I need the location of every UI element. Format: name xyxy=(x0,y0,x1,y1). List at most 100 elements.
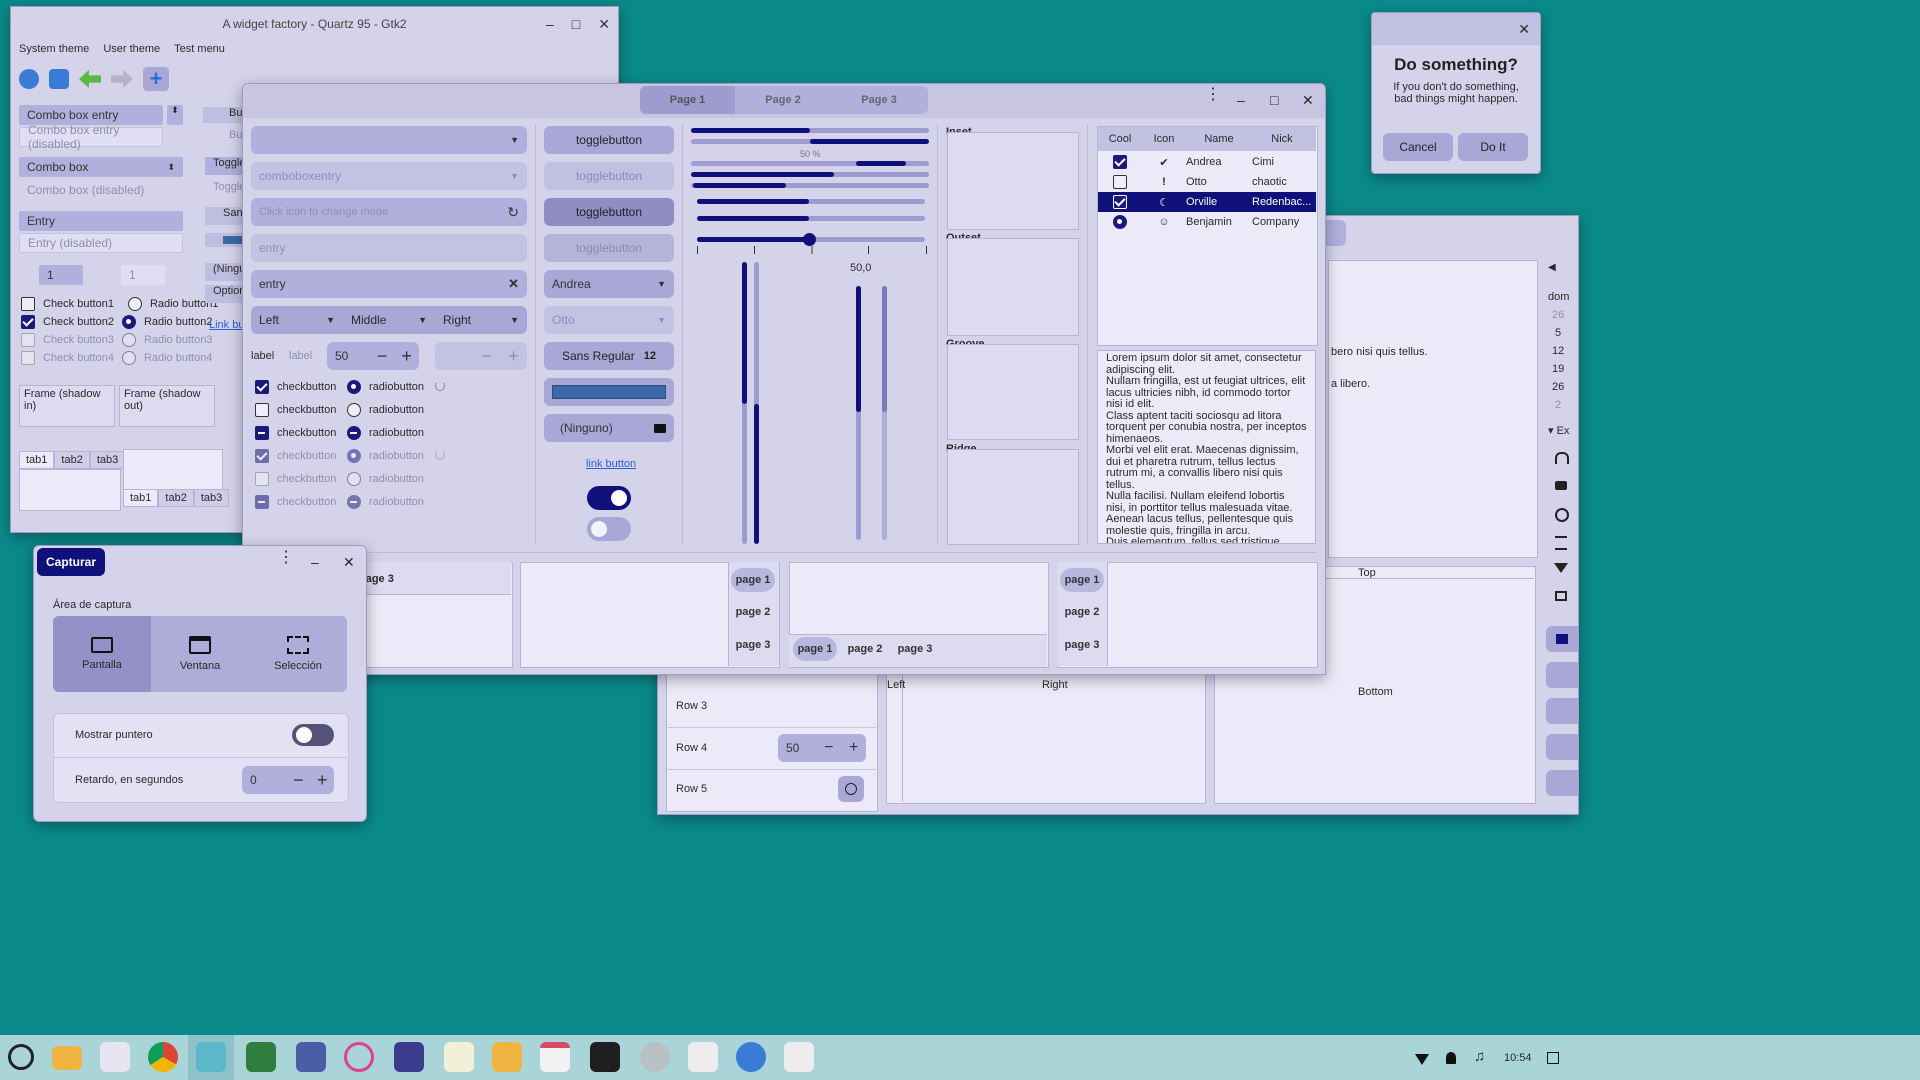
minus-icon[interactable]: − xyxy=(370,346,395,367)
row5-clock-button[interactable] xyxy=(838,776,864,802)
partial-toggle-1[interactable]: Toggle xyxy=(205,157,245,175)
checkbutton-3[interactable]: checkbutton xyxy=(255,426,336,440)
refresh-icon[interactable]: ↻ xyxy=(507,204,519,221)
check-row-2[interactable]: Check button2 Radio button2 xyxy=(21,315,212,329)
dialog-titlebar[interactable] xyxy=(1372,13,1540,45)
media-player-icon[interactable] xyxy=(394,1042,424,1072)
header-nick[interactable]: Nick xyxy=(1252,133,1312,145)
entry[interactable]: Entry xyxy=(19,211,183,231)
menu-system-theme[interactable]: System theme xyxy=(19,43,89,55)
tab3[interactable]: tab3 xyxy=(89,451,126,469)
bell-icon[interactable] xyxy=(1446,1052,1456,1064)
togglebutton-1[interactable]: togglebutton xyxy=(544,126,674,154)
notebook-left-tab-2[interactable]: page 2 xyxy=(1060,600,1104,624)
tree-row-3-selected[interactable]: ☾ Orville Redenbac... xyxy=(1098,192,1316,212)
swirl-app-icon[interactable] xyxy=(344,1042,374,1072)
wifi-icon[interactable] xyxy=(1415,1054,1429,1065)
plus-icon[interactable]: + xyxy=(310,770,334,791)
link-button[interactable]: link button xyxy=(586,458,636,470)
entry-placeholder[interactable]: entry xyxy=(251,234,527,262)
combo-left[interactable]: Left ▼ xyxy=(251,306,343,334)
radiobutton-3[interactable]: radiobutton xyxy=(347,426,424,440)
sidebar-button-1[interactable] xyxy=(1546,626,1578,652)
partial-link-button[interactable]: Link bu xyxy=(209,319,244,331)
tab-page-2[interactable]: Page 2 xyxy=(735,86,831,114)
notebook-bottom-tab-2[interactable]: page 2 xyxy=(843,637,887,661)
combo-right[interactable]: Right ▼ xyxy=(435,306,527,334)
text-editor-icon[interactable] xyxy=(444,1042,474,1072)
spin-button[interactable]: 50 − + xyxy=(327,342,419,370)
notebook-right-tab-3[interactable]: page 3 xyxy=(731,633,775,657)
header-name[interactable]: Name xyxy=(1186,133,1252,145)
sidebar-button-4[interactable] xyxy=(1546,734,1578,760)
tab2[interactable]: tab2 xyxy=(54,451,90,469)
about-icon[interactable] xyxy=(19,69,39,89)
combo-entry-arrow-icon[interactable]: ⬍ xyxy=(167,105,183,125)
combo-box[interactable]: Combo box ⬍ xyxy=(19,157,183,177)
combo-box-1[interactable]: ▼ xyxy=(251,126,527,154)
plus-icon[interactable]: + xyxy=(394,346,419,367)
tab-page-3[interactable]: Page 3 xyxy=(831,86,927,114)
tab2-bottom[interactable]: tab2 xyxy=(158,489,194,507)
mail-icon[interactable] xyxy=(492,1042,522,1072)
switch-off[interactable] xyxy=(587,517,631,541)
tree-row-2[interactable]: ! Otto chaotic xyxy=(1098,172,1316,192)
go-first-icon[interactable] xyxy=(79,70,101,88)
notebook-left-tab-1[interactable]: page 1 xyxy=(1060,568,1104,592)
sidebar-button-5[interactable] xyxy=(1546,770,1578,796)
maximize-icon[interactable]: □ xyxy=(572,16,580,32)
store-icon[interactable] xyxy=(100,1042,130,1072)
titlebar[interactable]: A widget factory - Quartz 95 - Gtk2 – □ … xyxy=(11,7,618,41)
close-icon[interactable]: ✕ xyxy=(1518,21,1530,38)
capture-button[interactable]: Capturar xyxy=(37,548,105,576)
clock-time[interactable]: 10:54 xyxy=(1504,1052,1532,1064)
clear-icon[interactable]: ✕ xyxy=(508,276,519,292)
tab1-bottom[interactable]: tab1 xyxy=(123,489,159,507)
notebook-right-tab-1[interactable]: page 1 xyxy=(731,568,775,592)
header-icon[interactable]: Icon xyxy=(1142,133,1186,145)
widget-factory-app-icon-2[interactable] xyxy=(784,1042,814,1072)
plus-icon[interactable]: + xyxy=(841,739,866,757)
minus-icon[interactable]: − xyxy=(816,739,841,757)
calendar-prev-icon[interactable]: ◀ xyxy=(1548,262,1556,273)
calendar-day-6[interactable]: 2 xyxy=(1555,399,1561,411)
delay-spin[interactable]: 0 − + xyxy=(242,766,334,794)
go-last-icon[interactable] xyxy=(111,70,133,88)
minimize-icon[interactable]: – xyxy=(1237,92,1245,108)
pointer-switch[interactable] xyxy=(292,724,334,746)
close-icon[interactable]: ✕ xyxy=(343,554,355,571)
maximize-icon[interactable]: □ xyxy=(1270,92,1278,108)
minimize-icon[interactable]: – xyxy=(311,554,319,570)
check-row-1[interactable]: Check button1 Radio button1 xyxy=(21,297,218,311)
calendar-day-5[interactable]: 26 xyxy=(1552,381,1564,393)
terminal-icon[interactable] xyxy=(590,1042,620,1072)
expander[interactable]: ▾ Ex xyxy=(1548,424,1569,437)
tab3-bottom[interactable]: tab3 xyxy=(193,489,230,507)
minimize-icon[interactable]: – xyxy=(546,16,554,32)
notebook-bottom-tab-3[interactable]: page 3 xyxy=(893,637,937,661)
row4-spin-entry[interactable]: 50 − + xyxy=(778,734,866,762)
cancel-button[interactable]: Cancel xyxy=(1383,133,1453,161)
spin-button-1[interactable]: 1 xyxy=(39,265,83,285)
partial-option[interactable]: Option xyxy=(205,285,245,303)
combo-middle[interactable]: Middle ▼ xyxy=(343,306,435,334)
partial-file-button[interactable]: (Ningu xyxy=(205,263,245,281)
radiobutton-2[interactable]: radiobutton xyxy=(347,403,424,417)
list-row-4[interactable]: Row 4 xyxy=(676,742,707,754)
menu-icon[interactable]: ⋮ xyxy=(278,550,294,566)
gtk-demo-icon[interactable] xyxy=(736,1042,766,1072)
partial-color-button[interactable] xyxy=(205,233,245,247)
tab-page-1[interactable]: Page 1 xyxy=(640,86,735,114)
battery-icon[interactable] xyxy=(1547,1052,1559,1064)
text-view[interactable]: Lorem ipsum dolor sit amet, consectetur … xyxy=(1097,350,1316,544)
notebook-left-tab-3[interactable]: page 3 xyxy=(1060,633,1104,657)
notebook-right-tab-2[interactable]: page 2 xyxy=(731,600,775,624)
minus-icon[interactable]: − xyxy=(287,770,311,791)
calendar-day-4[interactable]: 19 xyxy=(1552,363,1564,375)
sidebar-button-2[interactable] xyxy=(1546,662,1578,688)
tab1[interactable]: tab1 xyxy=(19,451,55,469)
partial-button-1[interactable]: Bu xyxy=(203,107,243,123)
image-viewer-icon[interactable] xyxy=(296,1042,326,1072)
close-icon[interactable]: ✕ xyxy=(1302,92,1314,109)
chrome-icon[interactable] xyxy=(148,1042,178,1072)
